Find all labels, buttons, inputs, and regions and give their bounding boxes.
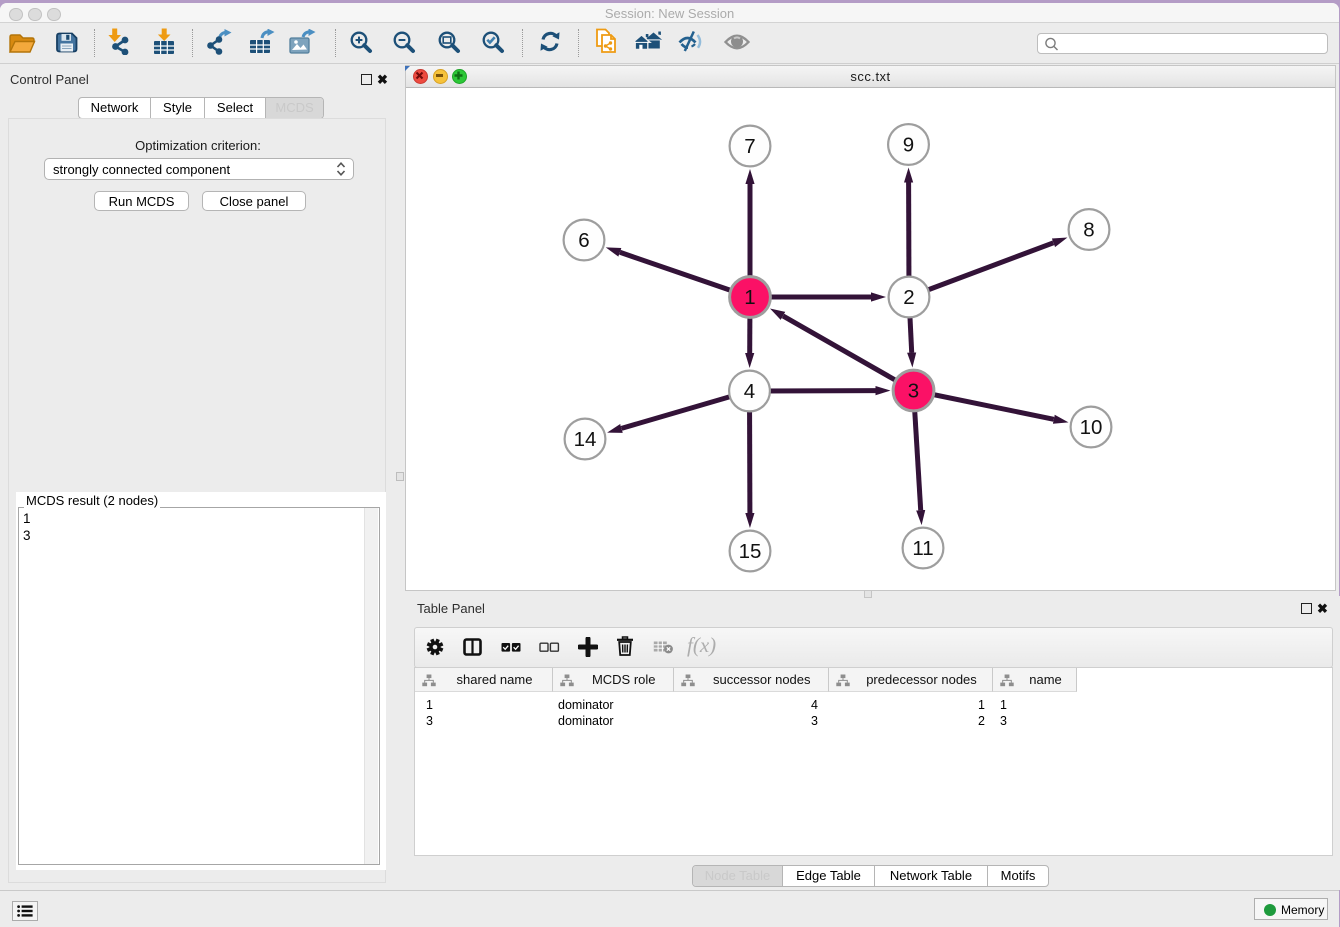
svg-text:15: 15: [739, 540, 762, 563]
svg-text:8: 8: [1083, 219, 1094, 242]
svg-text:14: 14: [574, 428, 597, 451]
svg-text:4: 4: [744, 380, 755, 403]
svg-text:11: 11: [912, 537, 933, 560]
svg-text:9: 9: [903, 134, 914, 157]
svg-text:7: 7: [744, 135, 755, 158]
svg-text:1: 1: [744, 286, 755, 309]
svg-text:6: 6: [578, 229, 589, 252]
svg-text:2: 2: [903, 286, 914, 309]
svg-text:3: 3: [908, 380, 919, 403]
svg-text:10: 10: [1080, 416, 1103, 439]
